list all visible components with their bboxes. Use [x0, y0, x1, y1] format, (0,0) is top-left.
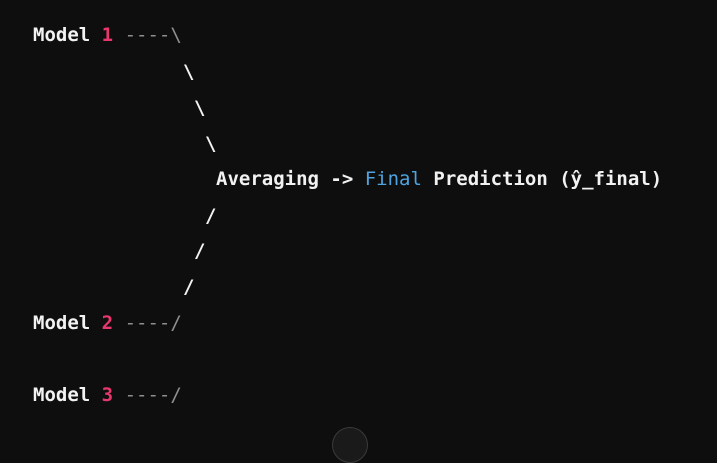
diagonal-backslash: \	[183, 60, 194, 84]
model-number: 2	[101, 312, 114, 334]
backslash-glyph: \	[183, 61, 195, 83]
model-3-line: Model 3 ----/	[33, 383, 182, 407]
diagonal-slash: /	[205, 204, 216, 228]
model-label: Model	[33, 384, 91, 406]
slash-glyph: /	[183, 276, 195, 298]
slash-glyph: /	[205, 205, 217, 227]
diagonal-backslash: \	[194, 96, 205, 120]
backslash-glyph: \	[194, 97, 206, 119]
final-keyword: Final	[364, 168, 422, 190]
arrow-connector: ----/	[124, 312, 182, 334]
averaging-line: Averaging -> Final Prediction (ŷ_final)	[216, 167, 662, 191]
slash-glyph: /	[194, 240, 206, 262]
arrow-connector: ----/	[124, 384, 182, 406]
diagonal-slash: /	[183, 275, 194, 299]
model-number: 3	[101, 384, 114, 406]
diagonal-backslash: \	[205, 132, 216, 156]
prediction-label: Prediction (ŷ_final)	[433, 168, 663, 190]
model-label: Model	[33, 24, 91, 46]
backslash-glyph: \	[205, 133, 217, 155]
scroll-down-button[interactable]	[332, 427, 368, 463]
averaging-label: Averaging ->	[216, 168, 354, 190]
arrow-connector: ----\	[124, 24, 182, 46]
model-label: Model	[33, 312, 91, 334]
model-1-line: Model 1 ----\	[33, 23, 182, 47]
code-block: Model 1 ----\ \ \ \ Averaging -> Final P…	[0, 0, 717, 433]
diagonal-slash: /	[194, 239, 205, 263]
model-2-line: Model 2 ----/	[33, 311, 182, 335]
model-number: 1	[101, 24, 114, 46]
